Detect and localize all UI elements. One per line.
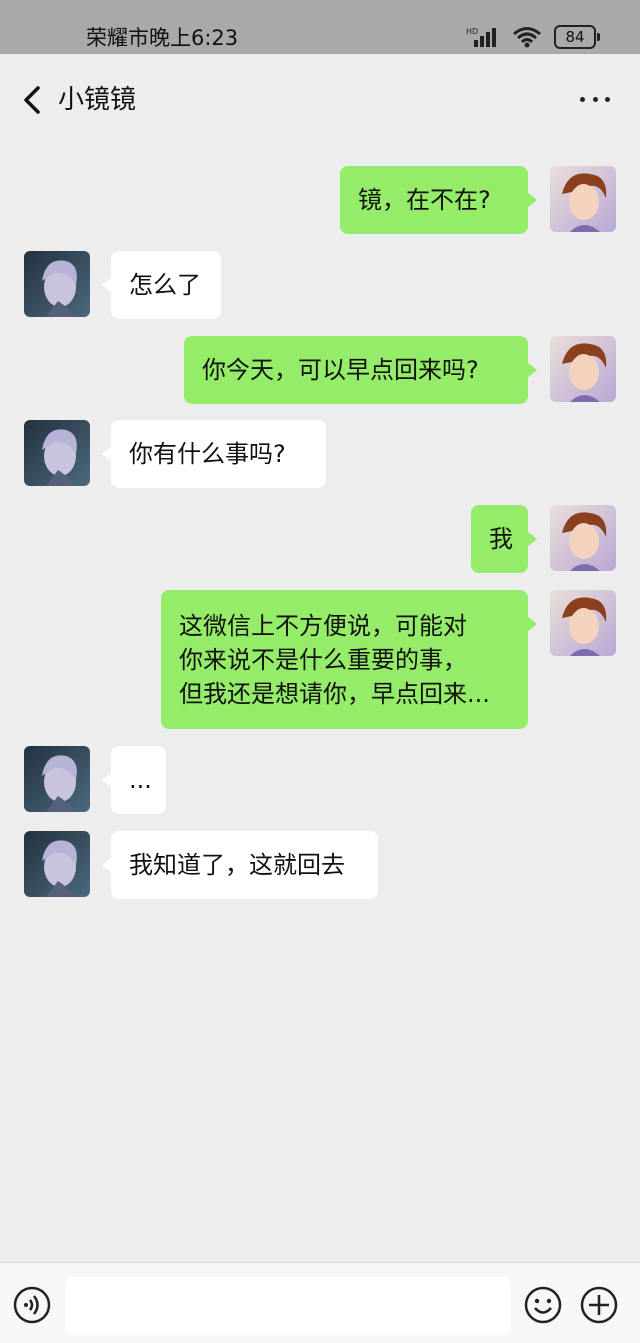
message-text: 你今天，可以早点回来吗? [202,356,479,384]
emoji-icon[interactable] [524,1286,562,1324]
message-bubble-outgoing[interactable]: 我 [471,505,537,573]
contact-avatar[interactable] [24,746,90,812]
message-bubble-incoming[interactable]: ... [102,746,166,814]
voice-input-icon[interactable] [13,1286,51,1324]
contact-avatar[interactable] [24,420,90,486]
back-arrow-icon[interactable] [18,82,46,118]
message-text-line: 这微信上不方便说，可能对 [179,612,467,640]
contact-avatar[interactable] [24,251,90,317]
my-avatar[interactable] [550,336,616,402]
message-text: ... [129,766,152,794]
my-avatar[interactable] [550,590,616,656]
chat-header: 小镜镜 [0,54,640,146]
message-text: 镜，在不在? [358,186,491,214]
more-options-icon[interactable] [580,84,610,114]
wifi-icon [513,27,541,48]
status-icons: HD 84 [466,24,600,50]
battery-icon: 84 [554,25,600,49]
message-bubble-outgoing[interactable]: 你今天，可以早点回来吗? [184,336,537,404]
message-bubble-outgoing[interactable]: 镜，在不在? [340,166,537,234]
message-text: 你有什么事吗? [129,440,286,468]
message-bubble-incoming[interactable]: 我知道了，这就回去 [102,831,378,899]
network-label: HD [466,27,478,36]
message-input[interactable] [66,1277,510,1335]
message-text: 我知道了，这就回去 [129,851,345,879]
input-bar [0,1262,640,1343]
status-bar: 荣耀市晚上6:23 HD 84 [0,0,640,54]
message-text-line: 但我还是想请你，早点回来... [179,680,490,708]
message-bubble-outgoing[interactable]: 这微信上不方便说，可能对 你来说不是什么重要的事， 但我还是想请你，早点回来..… [161,590,537,729]
chat-title: 小镜镜 [58,85,137,115]
message-bubble-incoming[interactable]: 你有什么事吗? [102,420,326,488]
message-text: 怎么了 [129,271,201,299]
plus-icon[interactable] [580,1286,618,1324]
status-time: 荣耀市晚上6:23 [86,26,239,50]
my-avatar[interactable] [550,505,616,571]
message-text-line: 你来说不是什么重要的事， [179,646,467,674]
message-bubble-incoming[interactable]: 怎么了 [102,251,221,319]
contact-avatar[interactable] [24,831,90,897]
my-avatar[interactable] [550,166,616,232]
message-text: 我 [489,525,513,553]
signal-icon: HD [466,27,496,47]
